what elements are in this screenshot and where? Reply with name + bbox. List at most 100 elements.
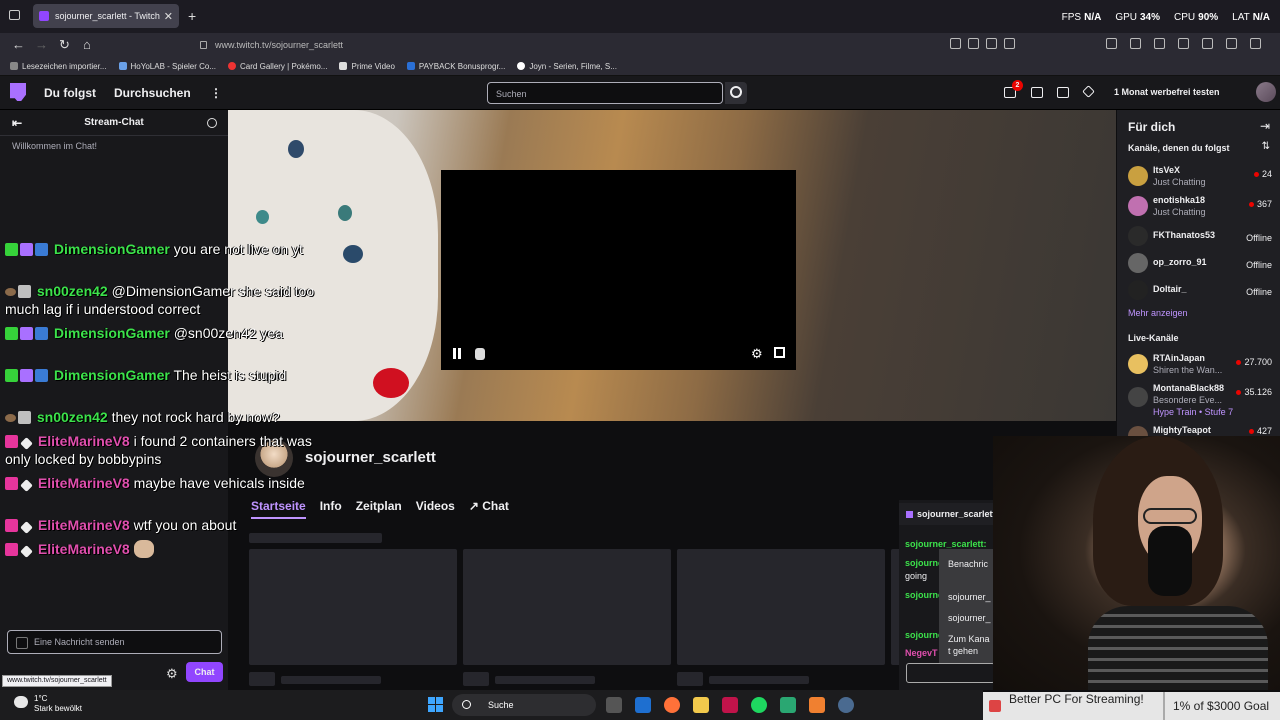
- channel-game: Just Chatting: [1153, 207, 1206, 217]
- firefox-icon[interactable]: [664, 697, 680, 713]
- menu-icon[interactable]: [1250, 38, 1261, 49]
- taskbar-search[interactable]: Suche: [452, 694, 596, 716]
- windows-start-icon[interactable]: [428, 697, 443, 712]
- weather-widget[interactable]: 1°C Stark bewölkt: [14, 694, 82, 714]
- community-icon[interactable]: [207, 118, 217, 128]
- live-channel-item[interactable]: MontanaBlack88 Besondere Eve... Hype Tra…: [1117, 381, 1280, 421]
- menu-item-go-to-channel[interactable]: Zum Kana: [948, 634, 990, 644]
- extension-icon[interactable]: [1226, 38, 1237, 49]
- chat-username: sn00zen42: [36, 283, 108, 299]
- video-background[interactable]: ⚙: [228, 110, 1116, 421]
- forward-icon[interactable]: →: [35, 37, 48, 52]
- puzzle-icon[interactable]: [1178, 38, 1189, 49]
- twitch-favicon-icon: [39, 11, 49, 21]
- menu-item-user[interactable]: sojourner_: [948, 592, 991, 602]
- live-channel-item[interactable]: MightyTeapot 427: [1117, 423, 1280, 436]
- overlay-chat-message: sn00zen42 they not rock hard by now?: [5, 408, 325, 426]
- whispers-icon[interactable]: [1031, 87, 1043, 98]
- bits-icon[interactable]: [1082, 85, 1095, 98]
- followed-channel-item[interactable]: ItsVeX Just Chatting 24: [1117, 163, 1280, 191]
- settings-icon[interactable]: ⚙: [751, 346, 763, 362]
- menu-item-user[interactable]: sojourner_: [948, 613, 991, 623]
- followed-channel-item[interactable]: Doltair_ Offline: [1117, 277, 1280, 305]
- twitch-logo-icon[interactable]: [10, 83, 26, 101]
- account-icon[interactable]: [1130, 38, 1141, 49]
- extension-icon[interactable]: [1202, 38, 1213, 49]
- channel-name: Doltair_: [1153, 284, 1187, 294]
- reader-icon[interactable]: [968, 38, 979, 49]
- steam-icon[interactable]: [838, 697, 854, 713]
- sidebar-toggle-icon[interactable]: [9, 10, 20, 20]
- download-icon[interactable]: [1106, 38, 1117, 49]
- video-player[interactable]: ⚙: [441, 170, 796, 370]
- badge-icon: [35, 327, 48, 340]
- channel-avatar: [1128, 196, 1148, 216]
- picture-in-picture-icon[interactable]: [950, 38, 961, 49]
- search-input[interactable]: Suchen: [487, 82, 723, 104]
- turbo-button[interactable]: 1 Monat werbefrei testen: [1114, 87, 1220, 97]
- tab-videos[interactable]: Videos: [416, 499, 455, 519]
- popout-chat-header: sojourner_scarlett: [899, 503, 994, 525]
- collapse-chat-icon[interactable]: ⇤: [12, 110, 22, 136]
- badge-icon: [18, 411, 31, 424]
- translate-icon[interactable]: [986, 38, 997, 49]
- followed-channel-item[interactable]: enotishka18 Just Chatting 367: [1117, 193, 1280, 221]
- app-icon[interactable]: [722, 697, 738, 713]
- sort-icon[interactable]: ⇅: [1262, 141, 1270, 152]
- search-icon[interactable]: [725, 82, 747, 104]
- followed-channel-item[interactable]: FKThanatos53 Offline: [1117, 223, 1280, 251]
- extension-icon[interactable]: [1154, 38, 1165, 49]
- show-more-link[interactable]: Mehr anzeigen: [1128, 308, 1188, 318]
- more-icon[interactable]: ⋮: [210, 86, 222, 100]
- followed-channel-item[interactable]: op_zorro_91 Offline: [1117, 250, 1280, 278]
- channel-avatar: [1128, 226, 1148, 246]
- collapse-sidebar-icon[interactable]: ⇥: [1260, 119, 1270, 133]
- lat-value: N/A: [1252, 12, 1270, 23]
- volume-icon[interactable]: [475, 348, 485, 360]
- bookmark-item[interactable]: Card Gallery | Pokémo...: [228, 62, 327, 71]
- bookmark-item[interactable]: Lesezeichen importier...: [10, 62, 107, 71]
- pause-icon[interactable]: [453, 348, 461, 359]
- blanket-dot: [343, 245, 363, 263]
- bookmark-icon: [10, 62, 18, 70]
- skeleton-card: [249, 549, 457, 665]
- fullscreen-icon[interactable]: [774, 347, 785, 358]
- badge-icon: [20, 243, 33, 256]
- new-tab-icon[interactable]: +: [188, 8, 196, 24]
- home-icon[interactable]: ⌂: [83, 37, 91, 52]
- live-channel-item[interactable]: RTAinJapan Shiren the Wan... 27.700: [1117, 351, 1280, 379]
- chat-message-input[interactable]: Eine Nachricht senden: [7, 630, 222, 654]
- task-view-icon[interactable]: [606, 697, 622, 713]
- activity-icon[interactable]: [1057, 87, 1069, 98]
- url-bar[interactable]: www.twitch.tv/sojourner_scarlett: [178, 35, 1028, 55]
- bookmark-item[interactable]: HoYoLAB - Spieler Co...: [118, 62, 216, 71]
- close-tab-icon[interactable]: ✕: [164, 10, 173, 23]
- bookmark-item[interactable]: Prime Video: [339, 62, 395, 71]
- fps-label: FPS: [1061, 12, 1082, 23]
- tab-zeitplan[interactable]: Zeitplan: [356, 499, 402, 519]
- skeleton-card: [677, 549, 885, 665]
- spotify-icon[interactable]: [751, 697, 767, 713]
- browser-tab[interactable]: sojourner_scarlett - Twitch ✕: [33, 4, 179, 28]
- popout-chat-input[interactable]: [906, 663, 995, 683]
- channel-avatar: [1128, 354, 1148, 374]
- app-icon[interactable]: [780, 697, 796, 713]
- badge-icon: [5, 369, 18, 382]
- chat-settings-icon[interactable]: ⚙: [166, 666, 178, 682]
- back-icon[interactable]: ←: [12, 37, 25, 52]
- bookmark-star-icon[interactable]: [1004, 38, 1015, 49]
- menu-item-notifications[interactable]: Benachric: [948, 559, 988, 569]
- bookmark-item[interactable]: PAYBACK Bonusprogr...: [406, 62, 505, 71]
- badge-icon: [5, 327, 18, 340]
- app-icon[interactable]: [809, 697, 825, 713]
- nav-browse[interactable]: Durchsuchen: [114, 86, 191, 100]
- bookmark-item[interactable]: Joyn - Serien, Filme, S...: [517, 62, 617, 71]
- todo-icon[interactable]: [635, 697, 651, 713]
- reload-icon[interactable]: ↻: [59, 37, 70, 53]
- file-explorer-icon[interactable]: [693, 697, 709, 713]
- nav-following[interactable]: Du folgst: [44, 86, 96, 100]
- user-avatar[interactable]: [1256, 82, 1276, 102]
- tab-chat[interactable]: ↗ Chat: [469, 499, 509, 519]
- chat-send-button[interactable]: Chat: [186, 662, 223, 682]
- tab-chat-label: Chat: [482, 499, 509, 513]
